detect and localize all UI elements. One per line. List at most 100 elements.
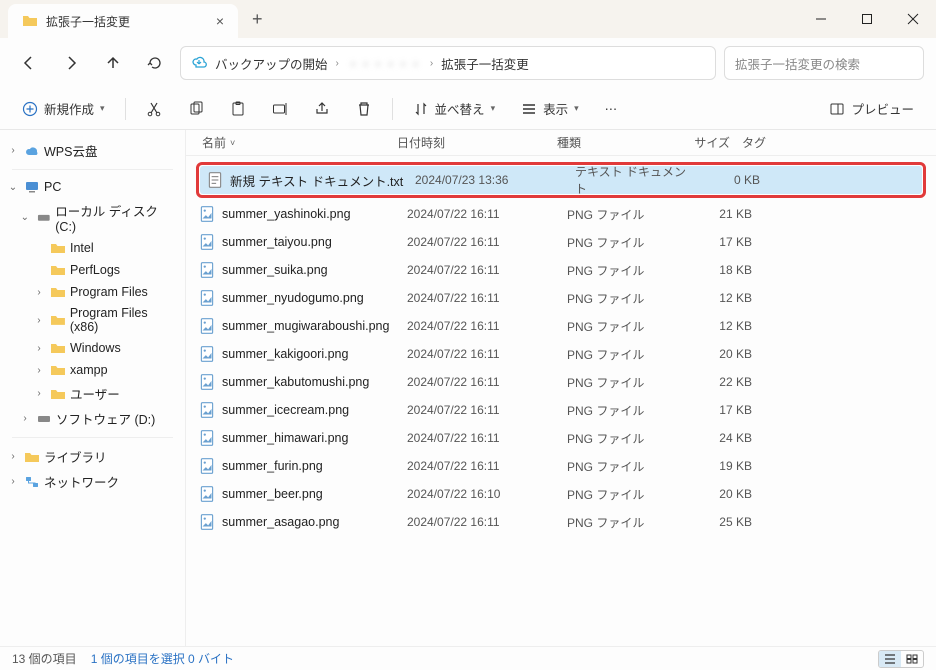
file-type: PNG ファイル xyxy=(567,486,682,503)
up-button[interactable] xyxy=(96,46,130,80)
file-name: summer_mugiwaraboushi.png xyxy=(222,319,407,333)
maximize-button[interactable] xyxy=(844,2,890,36)
column-date[interactable]: 日付時刻 xyxy=(391,134,551,151)
folder-icon xyxy=(50,312,66,328)
tree-item-perflogs[interactable]: ›PerfLogs xyxy=(4,259,181,281)
copy-button[interactable] xyxy=(182,97,210,121)
new-button[interactable]: 新規作成 ▾ xyxy=(16,95,111,122)
file-view: 名前˅ 日付時刻 種類 サイズ タグ 新規 テキスト ドキュメント.txt202… xyxy=(186,130,936,646)
tree-item-wps[interactable]: ›WPS云盘 xyxy=(4,138,181,163)
preview-icon xyxy=(829,101,845,117)
breadcrumb-leaf[interactable]: 拡張子一括変更 xyxy=(441,54,529,73)
file-size: 21 KB xyxy=(682,207,752,221)
tree-item-program-files-x86[interactable]: ›Program Files (x86) xyxy=(4,303,181,337)
file-row[interactable]: summer_taiyou.png2024/07/22 16:11PNG ファイ… xyxy=(192,228,930,256)
forward-button[interactable] xyxy=(54,46,88,80)
sort-button[interactable]: 並べ替え ▾ xyxy=(407,95,502,122)
tree-item-pc[interactable]: ⌄PC xyxy=(4,176,181,198)
details-view-button[interactable] xyxy=(879,651,901,667)
close-tab-icon[interactable]: × xyxy=(216,13,224,29)
column-type[interactable]: 種類 xyxy=(551,134,666,151)
cut-button[interactable] xyxy=(140,97,168,121)
column-size[interactable]: サイズ xyxy=(666,134,736,151)
paste-button[interactable] xyxy=(224,97,252,121)
back-button[interactable] xyxy=(12,46,46,80)
file-size: 17 KB xyxy=(682,403,752,417)
more-button[interactable]: ⋯ xyxy=(599,97,624,120)
file-row[interactable]: summer_asagao.png2024/07/22 16:11PNG ファイ… xyxy=(192,508,930,536)
folder-icon xyxy=(50,284,66,300)
file-row[interactable]: summer_icecream.png2024/07/22 16:11PNG フ… xyxy=(192,396,930,424)
delete-button[interactable] xyxy=(350,97,378,121)
separator xyxy=(392,98,393,120)
file-type: PNG ファイル xyxy=(567,290,682,307)
file-row[interactable]: summer_himawari.png2024/07/22 16:11PNG フ… xyxy=(192,424,930,452)
file-type: PNG ファイル xyxy=(567,262,682,279)
file-row[interactable]: summer_beer.png2024/07/22 16:10PNG ファイル2… xyxy=(192,480,930,508)
file-name: summer_taiyou.png xyxy=(222,235,407,249)
file-date: 2024/07/22 16:11 xyxy=(407,375,567,389)
tree-item-network[interactable]: ›ネットワーク xyxy=(4,469,181,494)
title-bar: 拡張子一括変更 × + xyxy=(0,0,936,38)
tree-item-user[interactable]: ›ユーザー xyxy=(4,381,181,406)
breadcrumb-root[interactable]: バックアップの開始 xyxy=(215,54,328,73)
refresh-button[interactable] xyxy=(138,46,172,80)
file-size: 25 KB xyxy=(682,515,752,529)
folder-icon xyxy=(50,240,66,256)
file-date: 2024/07/22 16:11 xyxy=(407,207,567,221)
file-name: summer_icecream.png xyxy=(222,403,407,417)
preview-button[interactable]: プレビュー xyxy=(823,95,920,122)
file-type: PNG ファイル xyxy=(567,402,682,419)
search-input[interactable]: 拡張子一括変更の検索 xyxy=(724,46,924,80)
file-size: 17 KB xyxy=(682,235,752,249)
file-row[interactable]: summer_suika.png2024/07/22 16:11PNG ファイル… xyxy=(192,256,930,284)
column-name[interactable]: 名前˅ xyxy=(196,134,391,151)
file-list[interactable]: 新規 テキスト ドキュメント.txt2024/07/23 13:36テキスト ド… xyxy=(186,156,936,646)
file-name: summer_himawari.png xyxy=(222,431,407,445)
library-icon xyxy=(24,449,40,465)
tree-item-software-d[interactable]: ›ソフトウェア (D:) xyxy=(4,406,181,431)
tree-item-xampp[interactable]: ›xampp xyxy=(4,359,181,381)
file-size: 12 KB xyxy=(682,291,752,305)
command-bar: 新規作成 ▾ 並べ替え ▾ 表示 ▾ ⋯ プレビュー xyxy=(0,88,936,130)
tree-item-intel[interactable]: ›Intel xyxy=(4,237,181,259)
tree-item-local-disk[interactable]: ⌄ローカル ディスク (C:) xyxy=(4,198,181,237)
file-date: 2024/07/22 16:11 xyxy=(407,291,567,305)
file-date: 2024/07/22 16:11 xyxy=(407,347,567,361)
file-row[interactable]: summer_furin.png2024/07/22 16:11PNG ファイル… xyxy=(192,452,930,480)
new-tab-button[interactable]: + xyxy=(252,9,263,30)
tree-item-program-files[interactable]: ›Program Files xyxy=(4,281,181,303)
file-row[interactable]: summer_kabutomushi.png2024/07/22 16:11PN… xyxy=(192,368,930,396)
tree-item-windows[interactable]: ›Windows xyxy=(4,337,181,359)
address-bar[interactable]: バックアップの開始 › ・・・・・・ › 拡張子一括変更 xyxy=(180,46,716,80)
disk-icon xyxy=(36,411,52,427)
file-size: 12 KB xyxy=(682,319,752,333)
file-size: 0 KB xyxy=(690,173,760,187)
new-label: 新規作成 xyxy=(44,99,94,118)
file-date: 2024/07/22 16:11 xyxy=(407,263,567,277)
chevron-down-icon: ▾ xyxy=(100,103,105,114)
file-row[interactable]: summer_yashinoki.png2024/07/22 16:11PNG … xyxy=(192,200,930,228)
file-name: summer_furin.png xyxy=(222,459,407,473)
file-row[interactable]: 新規 テキスト ドキュメント.txt2024/07/23 13:36テキスト ド… xyxy=(200,166,922,194)
view-mode-toggle xyxy=(878,650,924,668)
view-button[interactable]: 表示 ▾ xyxy=(515,95,585,122)
file-row[interactable]: summer_kakigoori.png2024/07/22 16:11PNG … xyxy=(192,340,930,368)
tree-item-library[interactable]: ›ライブラリ xyxy=(4,444,181,469)
file-row[interactable]: summer_nyudogumo.png2024/07/22 16:11PNG … xyxy=(192,284,930,312)
file-row[interactable]: summer_mugiwaraboushi.png2024/07/22 16:1… xyxy=(192,312,930,340)
thumbnails-view-button[interactable] xyxy=(901,651,923,667)
column-tag[interactable]: タグ xyxy=(736,134,796,151)
file-type: PNG ファイル xyxy=(567,374,682,391)
share-button[interactable] xyxy=(308,97,336,121)
rename-button[interactable] xyxy=(266,97,294,121)
file-type: PNG ファイル xyxy=(567,458,682,475)
breadcrumb-mid[interactable]: ・・・・・・ xyxy=(347,54,422,73)
close-window-button[interactable] xyxy=(890,2,936,36)
sort-icon xyxy=(413,101,429,117)
sort-label: 並べ替え xyxy=(435,99,485,118)
chevron-right-icon: › xyxy=(430,58,433,69)
view-label: 表示 xyxy=(543,99,568,118)
window-tab[interactable]: 拡張子一括変更 × xyxy=(8,4,238,38)
minimize-button[interactable] xyxy=(798,2,844,36)
